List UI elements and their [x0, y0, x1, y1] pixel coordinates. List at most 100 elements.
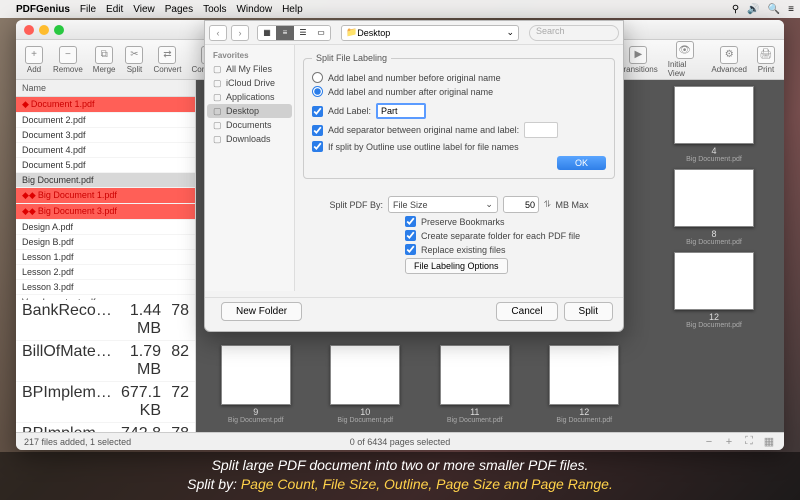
cb-replace[interactable]	[405, 244, 416, 255]
page-thumbnail[interactable]: 12Big Document.pdf	[535, 345, 635, 424]
tb-convert[interactable]: ⇄Convert	[148, 44, 186, 76]
rb-after[interactable]	[312, 86, 323, 97]
rb-after-label: Add label and number after original name	[328, 87, 493, 97]
favorite-item[interactable]: ▢Documents	[207, 118, 292, 132]
favorite-item[interactable]: ▢Desktop	[207, 104, 292, 118]
split-by-select[interactable]: File Size⌄	[388, 196, 498, 213]
fullscreen-icon[interactable]: ⛶	[742, 435, 756, 449]
page-thumbnail[interactable]: 4Big Document.pdf	[664, 86, 764, 163]
new-folder-button[interactable]: New Folder	[221, 302, 302, 321]
cancel-button[interactable]: Cancel	[496, 302, 557, 321]
file-row[interactable]: BillOfMaterials.pdf1.79 MB82	[16, 341, 195, 382]
page-thumbnail[interactable]: 12Big Document.pdf	[664, 252, 764, 329]
page-thumbnail[interactable]: 11Big Document.pdf	[425, 345, 525, 424]
favorites-sidebar: Favorites ▢All My Files▢iCloud Drive▢App…	[205, 45, 295, 291]
menu-window[interactable]: Window	[236, 4, 272, 15]
favorite-item[interactable]: ▢All My Files	[207, 62, 292, 76]
file-row[interactable]: Design B.pdf	[16, 235, 195, 250]
outline-label-text: If split by Outline use outline label fo…	[328, 142, 519, 152]
volume-icon[interactable]: 🔊	[747, 4, 759, 15]
file-row[interactable]: BankReconciliation.pdf1.44 MB78	[16, 300, 195, 341]
main-window: PDFGenius +Add −Remove ⧉Merge ✂Split ⇄Co…	[16, 20, 784, 450]
caption-line2-pre: Split by:	[187, 476, 241, 492]
menu-tools[interactable]: Tools	[203, 4, 226, 15]
file-row[interactable]: Lesson 2.pdf	[16, 265, 195, 280]
file-row[interactable]: Big Document 1.pdf	[16, 188, 195, 204]
zoom-in-icon[interactable]: +	[722, 435, 736, 449]
favorite-item[interactable]: ▢Applications	[207, 90, 292, 104]
file-list-lower[interactable]: BankReconciliation.pdf1.44 MB78BillOfMat…	[16, 300, 196, 432]
file-row[interactable]: Document 4.pdf	[16, 143, 195, 158]
nav-back-button[interactable]: ‹	[209, 25, 227, 41]
page-thumbnail[interactable]: 9Big Document.pdf	[206, 345, 306, 424]
statusbar: 217 files added, 1 selected 0 of 6434 pa…	[16, 432, 784, 450]
menu-extra-icon[interactable]: ≡	[788, 4, 794, 15]
tb-add[interactable]: +Add	[20, 44, 48, 76]
view-mode-segment[interactable]: ▦≡☰▭	[257, 25, 331, 41]
tb-initialview[interactable]: 👁Initial View	[663, 39, 707, 80]
file-row[interactable]: Big Document.pdf	[16, 173, 195, 188]
size-input[interactable]	[503, 196, 539, 213]
file-row[interactable]: BPImplementationGuide50.pdf677.1 KB72	[16, 382, 195, 423]
marketing-caption: Split large PDF document into two or mor…	[0, 452, 800, 500]
addlabel-label: Add Label:	[328, 106, 371, 116]
menubar: PDFGenius File Edit View Pages Tools Win…	[0, 0, 800, 18]
labeling-options-button[interactable]: File Labeling Options	[405, 258, 508, 274]
file-row[interactable]: Document 1.pdf	[16, 97, 195, 113]
menu-edit[interactable]: Edit	[106, 4, 123, 15]
thumbnail-column[interactable]: 4Big Document.pdf8Big Document.pdf12Big …	[644, 80, 784, 432]
nav-fwd-button[interactable]: ›	[231, 25, 249, 41]
labeling-legend: Split File Labeling	[312, 53, 391, 63]
grid-icon[interactable]: ▦	[762, 435, 776, 449]
menu-help[interactable]: Help	[282, 4, 303, 15]
tb-advanced[interactable]: ⚙Advanced	[706, 44, 752, 76]
bookmarks-label: Preserve Bookmarks	[421, 217, 505, 227]
tb-split[interactable]: ✂Split	[120, 44, 148, 76]
menu-file[interactable]: File	[80, 4, 96, 15]
size-unit: MB Max	[556, 200, 589, 210]
tb-remove[interactable]: −Remove	[48, 44, 88, 76]
split-dialog: ‹ › ▦≡☰▭ 📁 Desktop ⌄ Search Favorites ▢A…	[204, 20, 624, 332]
spotlight-icon[interactable]: 🔍	[768, 4, 780, 15]
tb-print[interactable]: 🖨Print	[752, 44, 780, 76]
page-thumbnail[interactable]: 10Big Document.pdf	[316, 345, 416, 424]
file-row[interactable]: Big Document 3.pdf	[16, 204, 195, 220]
cb-addlabel[interactable]	[312, 106, 323, 117]
file-row[interactable]: BPImplementationGuide51.pdf742.8 KB78	[16, 423, 195, 432]
wifi-icon[interactable]: ⚲	[732, 4, 739, 15]
file-row[interactable]: Design A.pdf	[16, 220, 195, 235]
file-row[interactable]: Lesson 3.pdf	[16, 280, 195, 295]
caption-line1: Split large PDF document into two or mor…	[10, 456, 790, 475]
file-row[interactable]: Document 3.pdf	[16, 128, 195, 143]
file-row[interactable]: Document 5.pdf	[16, 158, 195, 173]
location-popup[interactable]: 📁 Desktop ⌄	[341, 25, 519, 41]
app-menu[interactable]: PDFGenius	[16, 4, 70, 15]
caption-line2-hl: Page Count, File Size, Outline, Page Siz…	[241, 476, 613, 492]
file-row[interactable]: Lesson 1.pdf	[16, 250, 195, 265]
status-center: 0 of 6434 pages selected	[16, 437, 784, 447]
favorites-header: Favorites	[207, 49, 292, 62]
tb-merge[interactable]: ⧉Merge	[88, 44, 121, 76]
file-row[interactable]: Document 2.pdf	[16, 113, 195, 128]
column-header-name[interactable]: Name	[16, 80, 195, 97]
page-thumbnail[interactable]: 8Big Document.pdf	[664, 169, 764, 246]
separator-input[interactable]	[524, 122, 558, 138]
cb-folder[interactable]	[405, 230, 416, 241]
favorite-item[interactable]: ▢Downloads	[207, 132, 292, 146]
separator-label: Add separator between original name and …	[328, 125, 519, 135]
folder-label: Create separate folder for each PDF file	[421, 231, 580, 241]
favorite-item[interactable]: ▢iCloud Drive	[207, 76, 292, 90]
rb-before[interactable]	[312, 72, 323, 83]
split-button[interactable]: Split	[564, 302, 613, 321]
label-input[interactable]	[376, 103, 426, 119]
cb-separator[interactable]	[312, 125, 323, 136]
search-input[interactable]: Search	[529, 25, 619, 41]
ok-button[interactable]: OK	[557, 156, 606, 170]
menu-pages[interactable]: Pages	[165, 4, 193, 15]
cb-bookmarks[interactable]	[405, 216, 416, 227]
labeling-fieldset: Split File Labeling Add label and number…	[303, 53, 615, 179]
cb-outline-label[interactable]	[312, 141, 323, 152]
zoom-out-icon[interactable]: −	[702, 435, 716, 449]
thumbnail-row-bottom[interactable]: 9Big Document.pdf10Big Document.pdf11Big…	[196, 337, 644, 432]
menu-view[interactable]: View	[133, 4, 155, 15]
